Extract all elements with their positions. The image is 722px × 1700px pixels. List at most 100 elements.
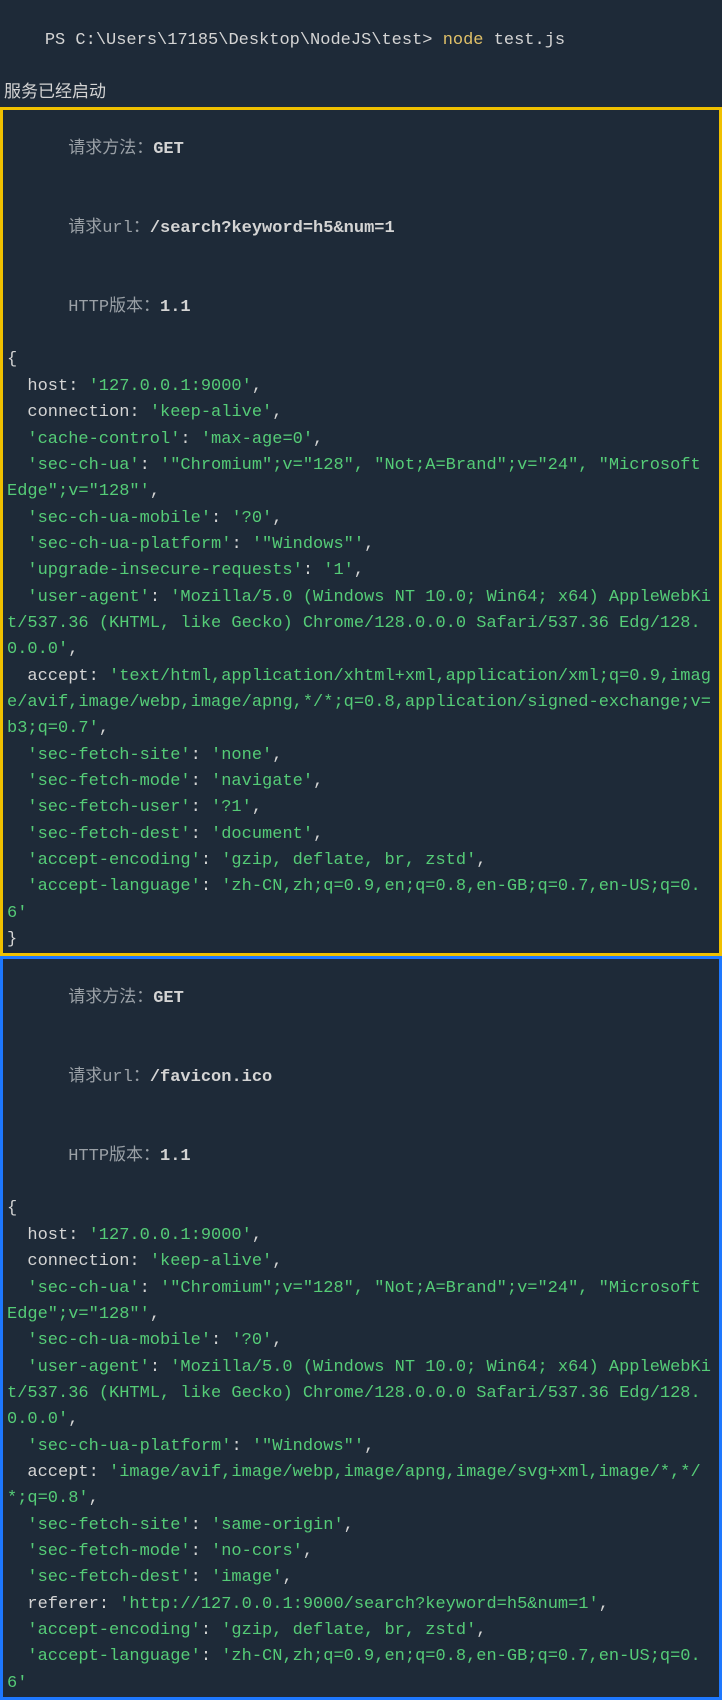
- terminal-output[interactable]: PS C:\Users\17185\Desktop\NodeJS\test> n…: [0, 0, 722, 1700]
- startup-message: 服务已经启动: [0, 81, 722, 107]
- header-key: 'accept-language': [27, 1647, 200, 1666]
- header-value: 'document': [211, 825, 313, 844]
- close-brace: }: [7, 927, 717, 953]
- request-method-line: 请求方法：GET: [7, 110, 717, 189]
- header-line: connection: 'keep-alive',: [7, 1249, 717, 1275]
- header-value: 'image/avif,image/webp,image/apng,image/…: [7, 1463, 701, 1508]
- header-line: 'user-agent': 'Mozilla/5.0 (Windows NT 1…: [7, 585, 717, 664]
- header-line: connection: 'keep-alive',: [7, 400, 717, 426]
- header-line: 'accept-language': 'zh-CN,zh;q=0.9,en;q=…: [7, 1644, 717, 1697]
- header-value: 'gzip, deflate, br, zstd': [221, 851, 476, 870]
- header-value: 'none': [211, 746, 272, 765]
- http-version-line: HTTP版本：1.1: [7, 268, 717, 347]
- colon: :: [201, 851, 221, 870]
- header-key: connection: [27, 1252, 129, 1271]
- url-label: 请求url：: [68, 1068, 150, 1087]
- header-value: 'keep-alive': [150, 403, 272, 422]
- header-line: 'sec-fetch-user': '?1',: [7, 795, 717, 821]
- comma: ,: [68, 640, 78, 659]
- method-label: 请求方法：: [68, 140, 153, 159]
- method-value: GET: [153, 989, 184, 1008]
- colon: :: [211, 509, 231, 528]
- comma: ,: [150, 1305, 160, 1324]
- header-value: 'navigate': [211, 772, 313, 791]
- header-key: host: [27, 1226, 68, 1245]
- header-line: 'cache-control': 'max-age=0',: [7, 427, 717, 453]
- header-line: accept: 'image/avif,image/webp,image/apn…: [7, 1460, 717, 1513]
- comma: ,: [68, 1410, 78, 1429]
- header-line: 'sec-fetch-site': 'same-origin',: [7, 1513, 717, 1539]
- comma: ,: [303, 1542, 313, 1561]
- header-key: 'sec-fetch-dest': [27, 1568, 190, 1587]
- comma: ,: [313, 772, 323, 791]
- method-value: GET: [153, 140, 184, 159]
- url-value: /favicon.ico: [150, 1068, 272, 1087]
- header-line: 'accept-encoding': 'gzip, deflate, br, z…: [7, 848, 717, 874]
- header-key: 'sec-ch-ua-platform': [27, 1437, 231, 1456]
- comma: ,: [354, 561, 364, 580]
- working-directory: C:\Users\17185\Desktop\NodeJS\test>: [75, 31, 432, 50]
- header-key: accept: [27, 1463, 88, 1482]
- header-value: 'keep-alive': [150, 1252, 272, 1271]
- header-key: 'sec-ch-ua-mobile': [27, 1331, 211, 1350]
- comma: ,: [599, 1595, 609, 1614]
- colon: :: [68, 377, 88, 396]
- header-key: 'sec-fetch-mode': [27, 772, 190, 791]
- header-line: 'sec-ch-ua': '"Chromium";v="128", "Not;A…: [7, 453, 717, 506]
- header-key: 'user-agent': [27, 588, 149, 607]
- header-key: 'user-agent': [27, 1358, 149, 1377]
- header-key: accept: [27, 667, 88, 686]
- colon: :: [140, 1279, 160, 1298]
- colon: :: [129, 403, 149, 422]
- comma: ,: [282, 1568, 292, 1587]
- header-line: accept: 'text/html,application/xhtml+xml…: [7, 664, 717, 743]
- header-key: 'sec-ch-ua': [27, 456, 139, 475]
- comma: ,: [89, 1489, 99, 1508]
- colon: :: [150, 588, 170, 607]
- command-arg: test.js: [494, 31, 565, 50]
- header-key: 'cache-control': [27, 430, 180, 449]
- colon: :: [303, 561, 323, 580]
- request-method-line: 请求方法：GET: [7, 959, 717, 1038]
- header-value: '?0': [231, 1331, 272, 1350]
- http-label: HTTP版本：: [68, 298, 160, 317]
- url-value: /search?keyword=h5&num=1: [150, 219, 395, 238]
- header-key: 'sec-ch-ua-mobile': [27, 509, 211, 528]
- colon: :: [201, 877, 221, 896]
- header-key: 'sec-fetch-site': [27, 1516, 190, 1535]
- header-line: 'sec-ch-ua-mobile': '?0',: [7, 506, 717, 532]
- comma: ,: [99, 719, 109, 738]
- colon: :: [89, 1463, 109, 1482]
- header-value: '"Windows"': [252, 1437, 364, 1456]
- header-line: 'sec-fetch-site': 'none',: [7, 743, 717, 769]
- comma: ,: [150, 482, 160, 501]
- header-key: 'sec-fetch-dest': [27, 825, 190, 844]
- header-line: 'sec-ch-ua-mobile': '?0',: [7, 1328, 717, 1354]
- header-line: 'sec-fetch-mode': 'no-cors',: [7, 1539, 717, 1565]
- header-value: '127.0.0.1:9000': [89, 1226, 252, 1245]
- colon: :: [89, 667, 109, 686]
- header-key: host: [27, 377, 68, 396]
- open-brace: {: [7, 347, 717, 373]
- comma: ,: [476, 851, 486, 870]
- header-line: 'sec-ch-ua-platform': '"Windows"',: [7, 1434, 717, 1460]
- method-label: 请求方法：: [68, 989, 153, 1008]
- request-block-1: 请求方法：GET 请求url：/search?keyword=h5&num=1 …: [0, 107, 722, 956]
- header-value: 'http://127.0.0.1:9000/search?keyword=h5…: [119, 1595, 598, 1614]
- header-key: 'accept-encoding': [27, 1621, 200, 1640]
- colon: :: [68, 1226, 88, 1245]
- header-key: 'sec-ch-ua': [27, 1279, 139, 1298]
- http-label: HTTP版本：: [68, 1147, 160, 1166]
- colon: :: [191, 798, 211, 817]
- colon: :: [129, 1252, 149, 1271]
- header-value: 'max-age=0': [201, 430, 313, 449]
- header-line: 'sec-fetch-mode': 'navigate',: [7, 769, 717, 795]
- header-key: 'sec-fetch-site': [27, 746, 190, 765]
- colon: :: [150, 1358, 170, 1377]
- colon: :: [191, 1542, 211, 1561]
- header-key: 'sec-ch-ua-platform': [27, 535, 231, 554]
- header-line: 'sec-fetch-dest': 'document',: [7, 822, 717, 848]
- comma: ,: [252, 1226, 262, 1245]
- http-value: 1.1: [160, 298, 191, 317]
- header-line: host: '127.0.0.1:9000',: [7, 1223, 717, 1249]
